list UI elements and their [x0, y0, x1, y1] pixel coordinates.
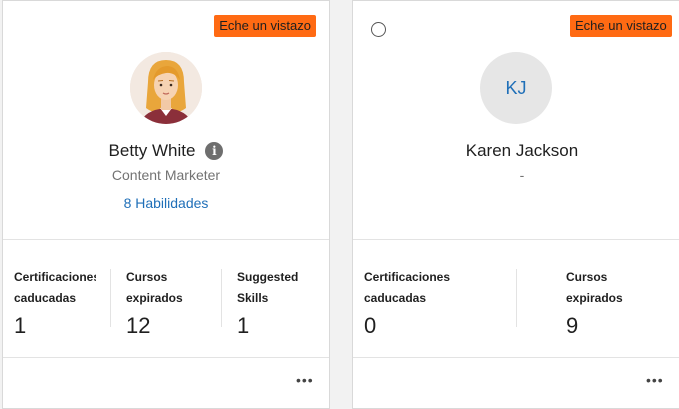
stat-value: 1	[14, 313, 27, 338]
user-card-karen-jackson[interactable]: Eche un vistazo KJ Karen Jackson - Certi…	[352, 0, 679, 409]
take-a-look-badge: Eche un vistazo	[214, 15, 316, 37]
user-name-row: Betty White i	[3, 140, 329, 162]
take-a-look-badge: Eche un vistazo	[570, 15, 672, 37]
stat-label: Suggested Skills	[237, 270, 299, 305]
radio-icon[interactable]	[371, 22, 386, 37]
stat-separator	[110, 269, 111, 327]
stat-value: 0	[364, 313, 377, 338]
stat-expired-certifications: Certificaciones caducadas 0	[364, 267, 504, 339]
user-card-betty-white[interactable]: Eche un vistazo Betty White i Content Ma…	[2, 0, 330, 409]
stat-value: 1	[237, 313, 250, 338]
user-role: -	[519, 167, 525, 183]
user-role: Content Marketer	[111, 167, 221, 183]
user-name: Karen Jackson	[465, 141, 579, 160]
info-icon[interactable]: i	[205, 142, 224, 160]
divider	[3, 239, 329, 240]
stat-label: Cursos expirados	[126, 270, 183, 305]
avatar-illustration-icon	[130, 52, 202, 124]
avatar	[130, 52, 202, 124]
stat-label: Certificaciones caducadas	[364, 270, 451, 305]
avatar: KJ	[480, 52, 552, 124]
stat-separator	[516, 269, 517, 327]
user-name-row: Karen Jackson	[353, 140, 679, 162]
stat-separator	[221, 269, 222, 327]
stat-expired-courses: Cursos expirados 9	[566, 267, 666, 339]
divider	[353, 357, 679, 358]
user-name: Betty White	[108, 141, 196, 160]
divider	[353, 239, 679, 240]
stat-value: 9	[566, 313, 579, 338]
stat-expired-courses: Cursos expirados 12	[126, 267, 216, 339]
skills-link[interactable]: 8 Habilidades	[3, 195, 329, 211]
stat-label: Cursos expirados	[566, 270, 623, 305]
stat-expired-certifications: Certificaciones caducadas 1	[14, 267, 96, 339]
more-options-icon[interactable]: •••	[296, 373, 314, 387]
stat-value: 12	[126, 313, 151, 338]
divider	[3, 357, 329, 358]
stat-label: Certificaciones caducadas	[14, 270, 96, 305]
stat-suggested-skills: Suggested Skills 1	[237, 267, 327, 339]
avatar-initials: KJ	[505, 77, 527, 98]
more-options-icon[interactable]: •••	[646, 373, 664, 387]
